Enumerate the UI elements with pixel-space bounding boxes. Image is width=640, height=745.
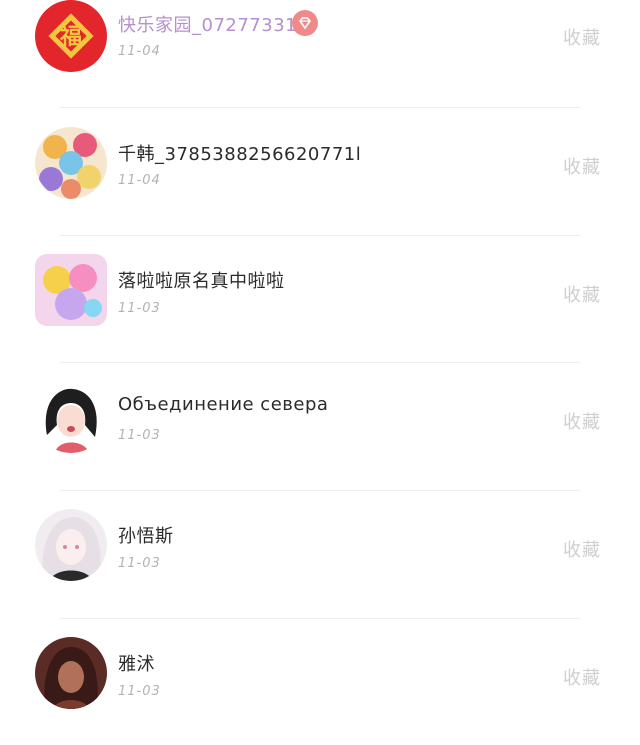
fu-character-icon[interactable]: 福 <box>35 0 107 72</box>
dark-hair-girl-avatar[interactable] <box>35 381 107 453</box>
post-date: 11-04 <box>118 44 161 59</box>
list-item[interactable]: 落啦啦原名真中啦啦 11-03 收藏 <box>0 235 640 362</box>
list-item[interactable]: 福 快乐家园_072773318 11-04 收藏 <box>0 0 640 105</box>
list-item[interactable]: 孙悟斯 11-03 收藏 <box>0 490 640 617</box>
collect-button[interactable]: 收藏 <box>563 281 601 307</box>
anime-girls-avatar[interactable] <box>35 254 107 326</box>
post-date: 11-03 <box>118 301 161 316</box>
list-item[interactable]: 雅沭 11-03 收藏 <box>0 618 640 745</box>
post-date: 11-03 <box>118 428 161 443</box>
user-name[interactable]: 孙悟斯 <box>118 522 174 548</box>
collect-button[interactable]: 收藏 <box>563 408 601 434</box>
user-name[interactable]: Объединение севера <box>118 394 328 415</box>
user-name[interactable]: 千韩_3785388256620771l <box>118 140 361 166</box>
user-name[interactable]: 雅沭 <box>118 650 155 676</box>
collect-button[interactable]: 收藏 <box>563 664 601 690</box>
post-date: 11-03 <box>118 684 161 699</box>
collect-button[interactable]: 收藏 <box>563 153 601 179</box>
white-hair-girl-avatar[interactable] <box>35 509 107 581</box>
collect-button[interactable]: 收藏 <box>563 24 601 50</box>
svg-text:福: 福 <box>59 25 82 50</box>
list-item[interactable]: 千韩_3785388256620771l 11-04 收藏 <box>0 107 640 234</box>
collect-button[interactable]: 收藏 <box>563 536 601 562</box>
vip-diamond-icon <box>292 10 318 36</box>
brown-portrait-avatar[interactable] <box>35 637 107 709</box>
user-name[interactable]: 快乐家园_072773318 <box>118 11 309 37</box>
list-item[interactable]: Объединение севера 11-03 收藏 <box>0 362 640 489</box>
user-name[interactable]: 落啦啦原名真中啦啦 <box>118 267 285 293</box>
post-date: 11-03 <box>118 556 161 571</box>
user-list: 福 快乐家园_072773318 11-04 收藏 千韩_37853882566… <box>0 0 640 731</box>
anime-group-avatar[interactable] <box>35 127 107 199</box>
post-date: 11-04 <box>118 173 161 188</box>
